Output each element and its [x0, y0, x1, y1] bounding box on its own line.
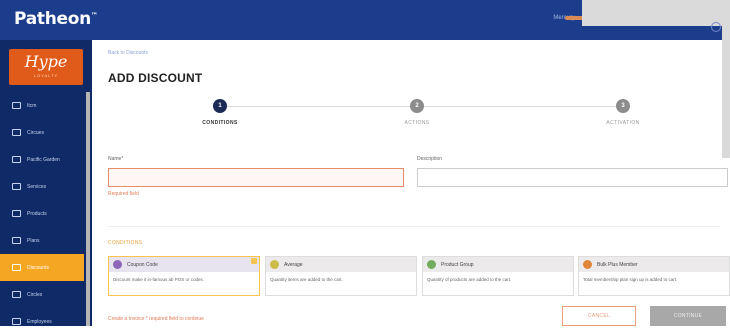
sidebar-item-label: Employees	[27, 318, 52, 325]
sidebar-item-circles[interactable]: Circles	[0, 281, 84, 308]
sidebar-item-label: Services	[27, 183, 47, 190]
divider	[108, 226, 720, 227]
member-icon	[583, 260, 592, 269]
overlay-panel	[582, 0, 730, 26]
app-logo[interactable]: Hype LOYALTY	[9, 49, 83, 85]
sidebar-item-label: Circles	[27, 291, 43, 298]
sidebar-item-discounts[interactable]: Discounts	[0, 254, 84, 281]
card-title: Product Group	[441, 261, 474, 268]
sidebar-item-services[interactable]: Services	[0, 173, 84, 200]
step-label: CONDITIONS	[202, 120, 238, 126]
card-description: Quantity of products are added to the ca…	[427, 277, 512, 282]
step-conditions[interactable]: 1 CONDITIONS	[175, 99, 265, 126]
step-label: ACTIONS	[404, 120, 430, 126]
step-number: 2	[410, 99, 424, 113]
card-description: Total membership plan sign up is added t…	[583, 277, 678, 282]
sidebar-item-label: Plans	[27, 237, 40, 244]
logo-subtext: LOYALTY	[33, 73, 59, 78]
card-description: Quantity items are added to the cart.	[270, 277, 343, 282]
selected-check-icon	[251, 258, 257, 264]
sidebar-item-plans[interactable]: Plans	[0, 227, 84, 254]
description-label: Description	[417, 156, 443, 162]
footer-note: Create a Invoice * required field to con…	[108, 316, 204, 322]
continue-button[interactable]: CONTINUE	[650, 306, 726, 326]
sidebar-item-label: Pacific Garden	[27, 156, 60, 163]
product-icon	[427, 260, 436, 269]
name-error: Required field	[108, 191, 139, 197]
tag-icon	[12, 156, 21, 163]
sidebar-item-products[interactable]: Products	[0, 200, 84, 227]
page-title: ADD DISCOUNT	[108, 71, 203, 85]
name-field[interactable]	[108, 168, 404, 187]
sidebar-item-employees[interactable]: Employees	[0, 308, 84, 335]
sidebar-item-label: Discounts	[27, 264, 49, 271]
step-number: 1	[213, 99, 227, 113]
user-icon	[12, 318, 21, 325]
sidebar-item-label: Circues	[27, 129, 44, 136]
step-activation[interactable]: 3 ACTIVATION	[578, 99, 668, 126]
sidebar-item-label: Products	[27, 210, 47, 217]
card-product-group[interactable]: Product Group Quantity of products are a…	[422, 256, 574, 296]
sidebar-item-label: Itcm	[27, 102, 37, 109]
card-title: Average	[284, 261, 303, 268]
card-description: Discount make it in-famous ab POS or cod…	[113, 277, 205, 282]
main-content: Back to Discounts ADD DISCOUNT 1 CONDITI…	[92, 26, 730, 326]
breadcrumb[interactable]: Back to Discounts	[108, 50, 148, 56]
sidebar-item-pacific-garden[interactable]: Pacific Garden	[0, 146, 84, 173]
brand-logo[interactable]: Patheon™	[14, 9, 98, 29]
cancel-button[interactable]: CANCEL	[562, 306, 636, 326]
list-icon	[12, 129, 21, 136]
card-title: Bulk Plus Member	[597, 261, 638, 268]
card-bulk-plus-member[interactable]: Bulk Plus Member Total membership plan s…	[578, 256, 730, 296]
sidebar-item-circues[interactable]: Circues	[0, 119, 84, 146]
card-title: Coupon Code	[127, 261, 158, 268]
logo-text: Hype	[24, 52, 68, 71]
box-icon	[12, 210, 21, 217]
sidebar-nav: Itcm Circues Pacific Garden Services Pro…	[0, 92, 84, 335]
home-icon	[12, 102, 21, 109]
description-field[interactable]	[417, 168, 728, 187]
section-label: CONDITIONS	[108, 240, 143, 246]
chart-icon	[12, 291, 21, 298]
card-average[interactable]: Average Quantity items are added to the …	[265, 256, 417, 296]
grid-icon	[12, 237, 21, 244]
sidebar-item-home[interactable]: Itcm	[0, 92, 84, 119]
discount-icon	[12, 264, 21, 271]
stepper: 1 CONDITIONS 2 ACTIONS 3 ACTIVATION	[92, 96, 730, 134]
sidebar: Hype LOYALTY Itcm Circues Pacific Garden…	[0, 40, 92, 326]
sidebar-scrollbar[interactable]	[86, 92, 90, 326]
average-icon	[270, 260, 279, 269]
people-icon	[12, 183, 21, 190]
overlay-panel-edge	[722, 26, 730, 158]
card-coupon-code[interactable]: Coupon Code Discount make it in-famous a…	[108, 256, 260, 296]
help-icon[interactable]	[711, 22, 721, 32]
step-label: ACTIVATION	[606, 120, 640, 126]
step-number: 3	[616, 99, 630, 113]
step-actions[interactable]: 2 ACTIONS	[372, 99, 462, 126]
name-label: Name*	[108, 156, 124, 162]
coupon-icon	[113, 260, 122, 269]
